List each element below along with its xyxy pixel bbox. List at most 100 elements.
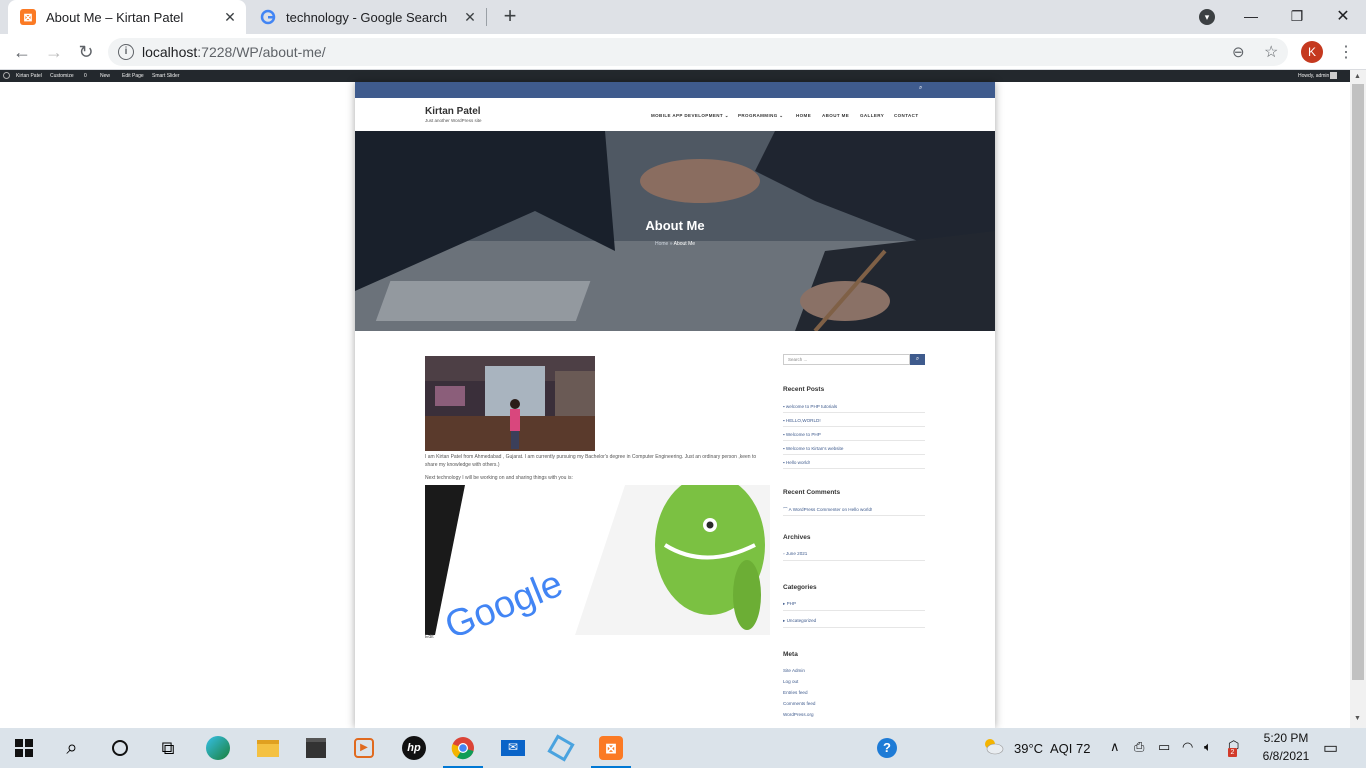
- admin-avatar[interactable]: [1330, 72, 1337, 79]
- browser-toolbar: ← → ↻ i localhost:7228/WP/about-me/ ⊖ ☆ …: [0, 34, 1366, 70]
- category-item[interactable]: ▸ PHP: [783, 601, 796, 607]
- admin-new[interactable]: New: [100, 73, 110, 79]
- edge-icon[interactable]: [204, 734, 232, 762]
- menu-mobile-app-development[interactable]: MOBILE APP DEVELOPMENT ⌄: [651, 113, 729, 119]
- menu-home[interactable]: HOME: [796, 113, 811, 118]
- divider: [783, 426, 925, 427]
- site-tagline: Just another WordPress site: [425, 118, 482, 123]
- recent-post-item[interactable]: ▪ welcome to PHP tutorials: [783, 404, 837, 409]
- close-window-button[interactable]: ✕: [1320, 0, 1366, 32]
- tab-about-me[interactable]: ⊠ About Me – Kirtan Patel ✕: [8, 0, 246, 34]
- scroll-down-icon[interactable]: ▼: [1354, 715, 1361, 722]
- app-cube-icon[interactable]: [547, 734, 575, 762]
- admin-comments[interactable]: 0: [84, 73, 87, 79]
- admin-edit-page[interactable]: Edit Page: [122, 73, 144, 79]
- xampp-icon: ⊠: [20, 9, 36, 25]
- profile-avatar[interactable]: K: [1301, 41, 1323, 63]
- page-scrollbar[interactable]: ▲ ▼: [1350, 70, 1366, 728]
- new-tab-button[interactable]: +: [498, 4, 522, 28]
- meta-comments-feed[interactable]: Comments feed: [783, 701, 815, 706]
- menu-about-me[interactable]: ABOUT ME: [822, 113, 849, 118]
- meta-entries-feed[interactable]: Entries feed: [783, 690, 808, 695]
- menu-contact[interactable]: CONTACT: [894, 113, 918, 118]
- meet-now-icon[interactable]: ⎙: [1134, 739, 1144, 755]
- zoom-icon[interactable]: ⊖: [1232, 43, 1245, 61]
- scroll-up-icon[interactable]: ▲: [1354, 73, 1361, 80]
- windows-start-icon[interactable]: [10, 734, 38, 762]
- volume-icon[interactable]: 🔈︎: [1204, 739, 1212, 755]
- recent-post-item[interactable]: ▪ Welcome to Kirtan's website: [783, 446, 843, 451]
- url-host: localhost: [142, 44, 198, 60]
- aqi-text[interactable]: AQI 72: [1050, 741, 1090, 756]
- maximize-button[interactable]: ❐: [1274, 0, 1320, 32]
- scrollbar-thumb[interactable]: [1352, 84, 1364, 680]
- meta-title: Meta: [783, 651, 798, 658]
- divider: [783, 412, 925, 413]
- xampp-icon[interactable]: ⊠: [597, 734, 625, 762]
- recent-post-item[interactable]: ▪ Hello world!: [783, 460, 810, 465]
- tray-chevron-icon[interactable]: ∧: [1110, 739, 1120, 755]
- admin-smart-slider[interactable]: Smart Slider: [152, 73, 180, 79]
- menu-kebab-icon[interactable]: ⋮: [1338, 42, 1354, 62]
- file-explorer-icon[interactable]: [254, 734, 282, 762]
- meta-log-out[interactable]: Log out: [783, 679, 798, 684]
- mail-icon[interactable]: ✉: [499, 734, 527, 762]
- search-input[interactable]: Search ...: [783, 354, 910, 365]
- admin-customize[interactable]: Customize: [50, 73, 74, 79]
- address-bar[interactable]: i localhost:7228/WP/about-me/ ⊖ ☆: [108, 38, 1288, 66]
- meta-site-admin[interactable]: Site Admin: [783, 668, 805, 673]
- wifi-icon[interactable]: ◠: [1182, 739, 1193, 755]
- task-view-icon[interactable]: ⧉: [154, 734, 182, 762]
- battery-icon[interactable]: ▭: [1158, 739, 1170, 755]
- divider: [783, 440, 925, 441]
- info-icon[interactable]: i: [118, 44, 134, 60]
- tab-search-icon[interactable]: ▾: [1199, 9, 1215, 25]
- cortana-icon[interactable]: [106, 734, 134, 762]
- category-item[interactable]: ▸ Uncategorized: [783, 618, 816, 624]
- site-container: ⌕ Kirtan Patel Just another WordPress si…: [355, 82, 995, 728]
- wordpress-logo-icon[interactable]: [3, 72, 10, 79]
- recent-comment-label: A WordPress Commenter on Hello world!: [788, 507, 873, 512]
- action-center-icon[interactable]: ▭: [1323, 738, 1338, 758]
- tab-title: About Me – Kirtan Patel: [46, 9, 184, 25]
- hero-banner: About Me Home » About Me: [355, 131, 995, 331]
- recent-comment-item[interactable]: ⌒ A WordPress Commenter on Hello world!: [783, 507, 872, 513]
- weather-temp[interactable]: 39°C: [1014, 741, 1043, 756]
- divider: [783, 454, 925, 455]
- tab-google-search[interactable]: technology - Google Search ✕: [248, 0, 486, 34]
- menu-programming[interactable]: PROGRAMMING ⌄: [738, 113, 783, 119]
- bookmark-star-icon[interactable]: ☆: [1264, 42, 1278, 62]
- reload-button[interactable]: ↻: [72, 38, 100, 66]
- menu-gallery[interactable]: GALLERY: [860, 113, 884, 118]
- categories-title: Categories: [783, 584, 817, 591]
- clock-time[interactable]: 5:20 PM: [1258, 731, 1314, 745]
- search-icon[interactable]: ⌕: [919, 85, 922, 92]
- close-icon[interactable]: ✕: [462, 9, 478, 25]
- media-player-icon[interactable]: ▶: [350, 734, 378, 762]
- breadcrumb: Home » About Me: [355, 241, 995, 247]
- close-icon[interactable]: ✕: [222, 9, 238, 25]
- help-icon[interactable]: ?: [873, 734, 901, 762]
- edit-link[interactable]: Edit: [425, 634, 434, 640]
- chrome-icon[interactable]: [449, 734, 477, 762]
- archive-item[interactable]: ▫ June 2021: [783, 551, 807, 556]
- back-button[interactable]: ←: [8, 38, 36, 66]
- admin-greeting[interactable]: Howdy, admin: [1298, 73, 1329, 79]
- site-title[interactable]: Kirtan Patel: [425, 106, 481, 117]
- archives-title: Archives: [783, 534, 811, 541]
- search-icon[interactable]: ⌕: [58, 734, 86, 762]
- weather-icon[interactable]: [982, 737, 1004, 755]
- url-path: :7228/WP/about-me/: [197, 44, 326, 60]
- breadcrumb-home[interactable]: Home: [655, 241, 668, 247]
- recent-post-item[interactable]: ▪ Welcome to PHP: [783, 432, 821, 437]
- admin-site-name[interactable]: Kirtan Patel: [16, 73, 42, 79]
- recent-post-label: Welcome to Kirtan's website: [785, 446, 844, 451]
- hp-icon[interactable]: hp: [400, 734, 428, 762]
- store-icon[interactable]: [302, 734, 330, 762]
- forward-button[interactable]: →: [40, 38, 68, 66]
- minimize-button[interactable]: —: [1228, 0, 1274, 32]
- meta-wordpress-org[interactable]: WordPress.org: [783, 712, 814, 717]
- clock-date[interactable]: 6/8/2021: [1258, 749, 1314, 763]
- recent-post-item[interactable]: ▪ HELLO,WORLD!: [783, 418, 821, 423]
- search-button[interactable]: ⌕: [910, 354, 925, 365]
